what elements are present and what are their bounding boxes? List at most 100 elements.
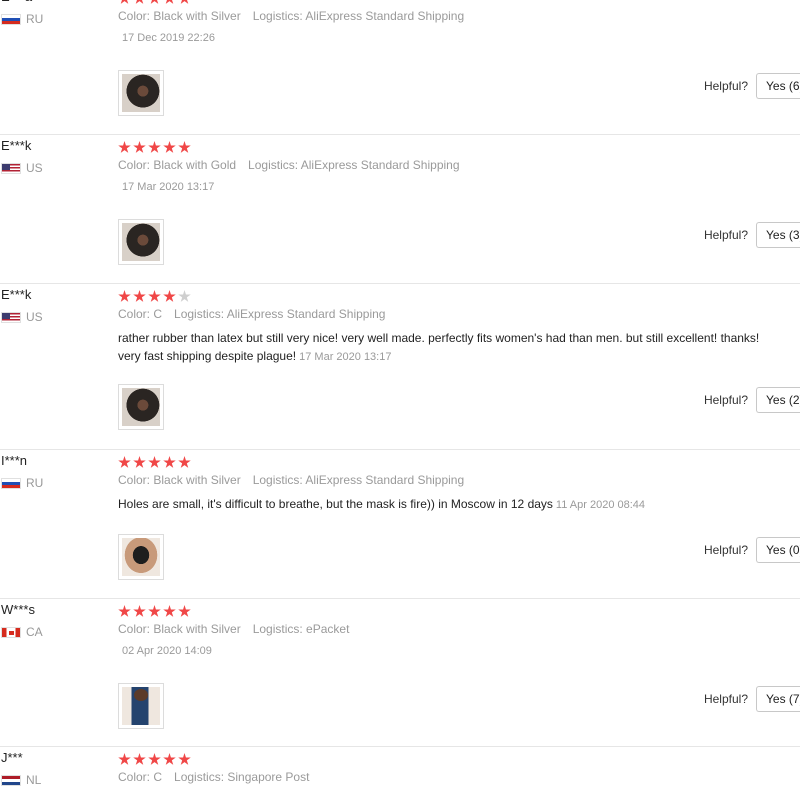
- star-filled-icon: [148, 753, 161, 765]
- order-attributes: Color: C Logistics: AliExpress Standard S…: [118, 307, 397, 321]
- logistics-method: Logistics: Singapore Post: [174, 770, 310, 784]
- country-flag-icon: [1, 311, 21, 323]
- helpful-vote: Helpful? Yes (7): [704, 686, 800, 712]
- review-item: J*** NL Color: C Logistics: Singapore Post: [0, 747, 800, 800]
- star-filled-icon: [178, 605, 191, 617]
- reviewer-country: CA: [1, 625, 43, 639]
- review-item: I***n RU Color: Black with Silver Logistics…: [0, 450, 800, 599]
- star-filled-icon: [118, 605, 131, 617]
- review-text-body: rather rubber than latex but still very …: [118, 331, 760, 363]
- review-photo: [122, 223, 160, 261]
- star-filled-icon: [178, 141, 191, 153]
- star-filled-icon: [118, 141, 131, 153]
- reviewer-name: I***n: [1, 453, 28, 468]
- country-code: US: [26, 161, 43, 175]
- reviewer-name: E***k: [1, 287, 32, 302]
- review-item: E***k US Color: Black with Gold Logistics: …: [0, 135, 800, 284]
- review-item: W***s CA Color: Black with Silver Logistics…: [0, 599, 800, 747]
- country-code: CA: [26, 625, 43, 639]
- star-rating: [118, 0, 191, 5]
- star-filled-icon: [178, 0, 191, 4]
- review-photo-thumbnail[interactable]: [118, 219, 164, 265]
- country-flag-icon: [1, 774, 21, 786]
- star-empty-icon: [178, 290, 191, 302]
- star-filled-icon: [118, 456, 131, 468]
- country-flag-icon: [1, 162, 21, 174]
- logistics-method: Logistics: AliExpress Standard Shipping: [248, 158, 460, 172]
- review-date: 02 Apr 2020 14:09: [122, 645, 212, 657]
- logistics-method: Logistics: AliExpress Standard Shipping: [252, 473, 465, 487]
- review-date: 11 Apr 2020 08:44: [555, 499, 646, 511]
- star-rating: [118, 605, 191, 618]
- helpful-vote: Helpful? Yes (6): [704, 73, 800, 99]
- review-photo-thumbnail[interactable]: [118, 70, 164, 116]
- review-item: E***k US Color: C Logistics: AliExpress Sta…: [0, 284, 800, 450]
- product-color: Color: Black with Silver: [118, 622, 241, 636]
- helpful-yes-button[interactable]: Yes (0): [756, 537, 800, 563]
- order-attributes: Color: Black with Silver Logistics: ePack…: [118, 622, 361, 636]
- star-filled-icon: [133, 605, 146, 617]
- order-attributes: Color: Black with Gold Logistics: AliExpr…: [118, 158, 472, 172]
- product-color: Color: Black with Gold: [118, 158, 237, 172]
- helpful-yes-button[interactable]: Yes (6): [756, 73, 800, 99]
- review-photo: [122, 538, 160, 576]
- helpful-yes-button[interactable]: Yes (7): [756, 686, 800, 712]
- review-text-body: Holes are small, it's difficult to breat…: [118, 497, 553, 511]
- review-text: Holes are small, it's difficult to breat…: [118, 495, 778, 514]
- helpful-vote: Helpful? Yes (0): [704, 537, 800, 563]
- reviewer-country: RU: [1, 12, 43, 26]
- helpful-label: Helpful?: [703, 692, 748, 706]
- star-filled-icon: [148, 290, 161, 302]
- helpful-label: Helpful?: [703, 393, 748, 407]
- star-filled-icon: [163, 290, 176, 302]
- star-filled-icon: [148, 0, 161, 4]
- product-color: Color: C: [118, 770, 163, 784]
- reviewer-name: E***a: [1, 0, 32, 4]
- country-code: NL: [26, 773, 42, 787]
- star-rating: [118, 753, 191, 766]
- order-attributes: Color: C Logistics: Singapore Post: [118, 770, 321, 784]
- helpful-yes-button[interactable]: Yes (3): [756, 222, 800, 248]
- star-filled-icon: [133, 141, 146, 153]
- star-filled-icon: [178, 753, 191, 765]
- country-flag-icon: [1, 13, 21, 25]
- star-filled-icon: [163, 753, 176, 765]
- review-photo-thumbnail[interactable]: [118, 384, 164, 430]
- order-attributes: Color: Black with Silver Logistics: AliEx…: [118, 473, 476, 487]
- helpful-vote: Helpful? Yes (2): [704, 387, 800, 413]
- product-color: Color: Black with Silver: [118, 473, 241, 487]
- review-photo-thumbnail[interactable]: [118, 683, 164, 729]
- star-filled-icon: [148, 605, 161, 617]
- reviewer-name: E***k: [1, 138, 32, 153]
- star-filled-icon: [133, 753, 146, 765]
- review-photo-thumbnail[interactable]: [118, 534, 164, 580]
- product-color: Color: Black with Silver: [118, 9, 241, 23]
- star-filled-icon: [178, 456, 191, 468]
- helpful-vote: Helpful? Yes (3): [704, 222, 800, 248]
- reviewer-country: US: [1, 161, 43, 175]
- country-flag-icon: [1, 626, 21, 638]
- helpful-yes-button[interactable]: Yes (2): [756, 387, 800, 413]
- reviewer-country: NL: [1, 773, 41, 787]
- star-filled-icon: [148, 456, 161, 468]
- star-filled-icon: [163, 456, 176, 468]
- star-rating: [118, 456, 191, 469]
- helpful-label: Helpful?: [703, 228, 748, 242]
- review-text: rather rubber than latex but still very …: [118, 329, 778, 366]
- logistics-method: Logistics: AliExpress Standard Shipping: [252, 9, 465, 23]
- reviewer-country: RU: [1, 476, 43, 490]
- logistics-method: Logistics: AliExpress Standard Shipping: [174, 307, 386, 321]
- star-filled-icon: [163, 141, 176, 153]
- helpful-label: Helpful?: [703, 543, 748, 557]
- order-attributes: Color: Black with Silver Logistics: AliEx…: [118, 9, 476, 23]
- helpful-label: Helpful?: [703, 79, 748, 93]
- reviewer-name: J***: [1, 750, 23, 765]
- country-flag-icon: [1, 477, 21, 489]
- country-code: US: [26, 310, 43, 324]
- star-filled-icon: [133, 0, 146, 4]
- review-photo: [122, 687, 160, 725]
- review-item: E***a RU Color: Black with Silver Logistics…: [0, 0, 800, 135]
- review-date: 17 Mar 2020 13:17: [122, 181, 215, 193]
- review-photo: [122, 74, 160, 112]
- reviewer-country: US: [1, 310, 43, 324]
